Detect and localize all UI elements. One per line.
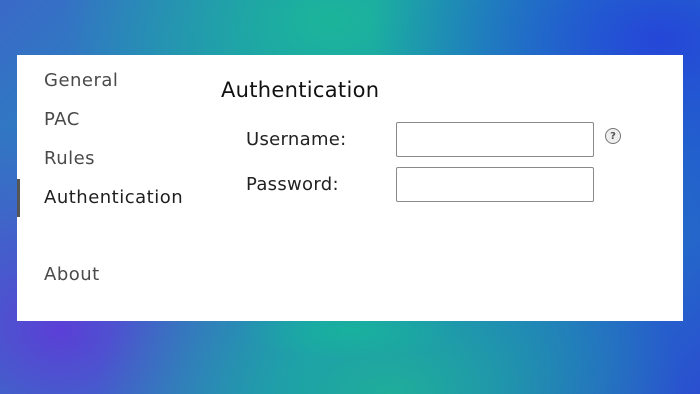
password-field[interactable] [396, 167, 594, 202]
settings-window: General PAC Rules Authentication About A… [17, 55, 683, 321]
sidebar-item-about[interactable]: About [44, 264, 100, 285]
username-label: Username: [246, 129, 347, 150]
password-label: Password: [246, 174, 339, 195]
username-field[interactable] [396, 122, 594, 157]
sidebar: General PAC Rules Authentication About [17, 55, 207, 321]
page-title: Authentication [221, 78, 380, 102]
main-panel: Authentication Username: ? Password: [221, 55, 683, 321]
active-indicator [17, 179, 20, 217]
question-mark-icon[interactable]: ? [605, 128, 621, 144]
sidebar-item-authentication[interactable]: Authentication [44, 187, 183, 208]
sidebar-item-general[interactable]: General [44, 70, 118, 91]
sidebar-item-rules[interactable]: Rules [44, 148, 95, 169]
sidebar-item-pac[interactable]: PAC [44, 109, 80, 130]
